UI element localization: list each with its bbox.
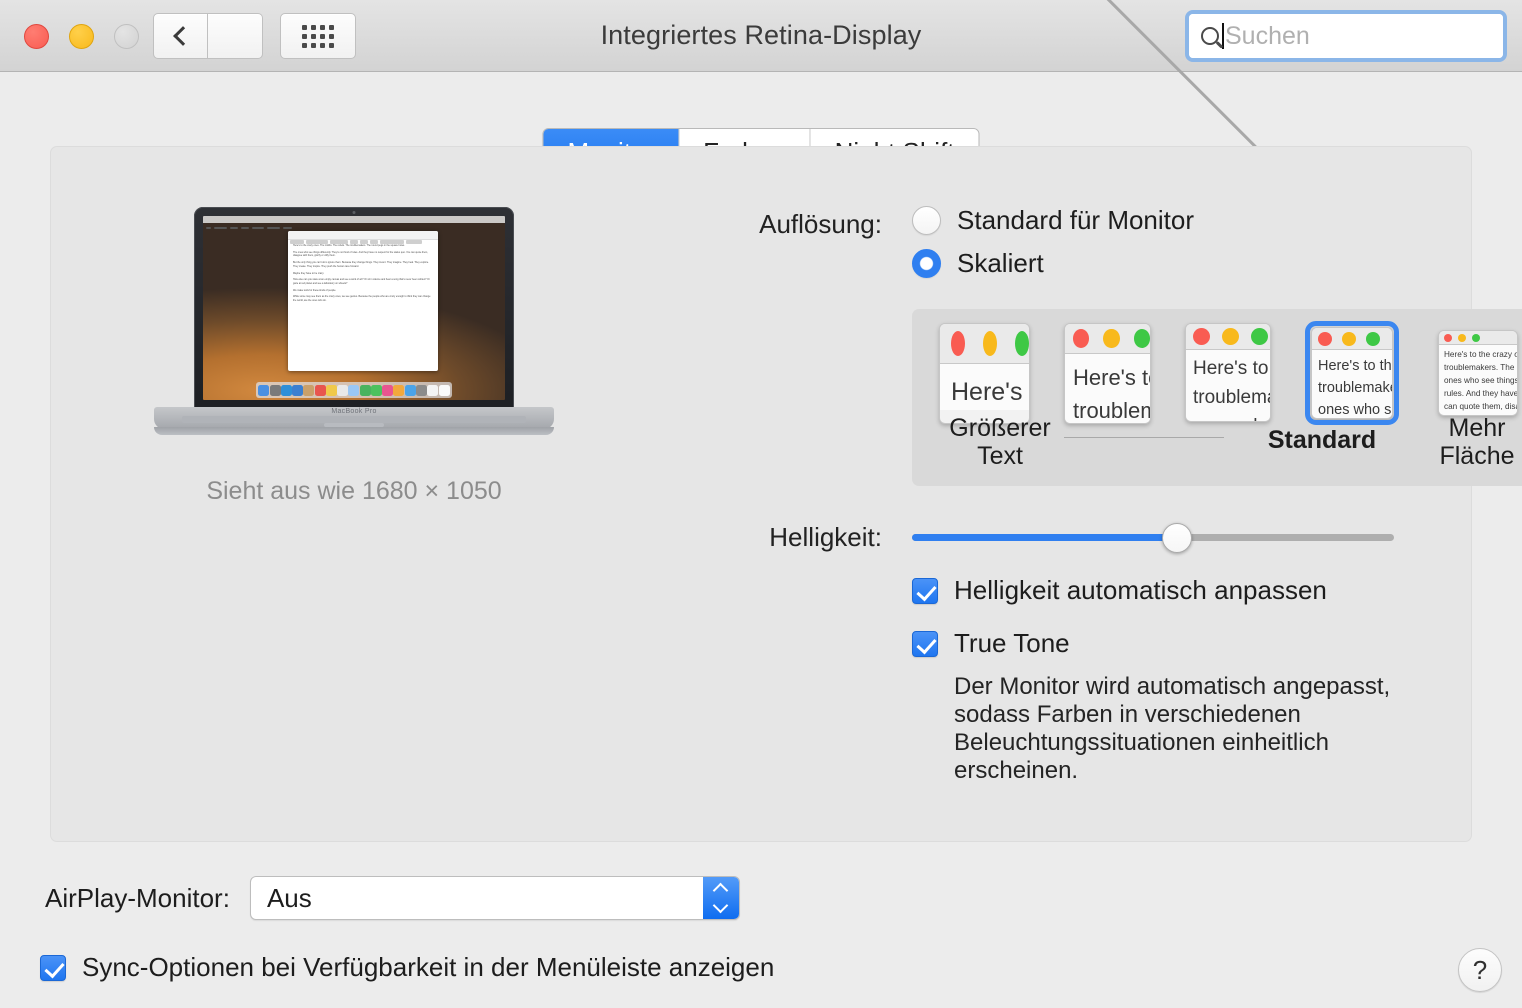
chevron-down-icon [713,898,729,914]
radio-standard[interactable] [912,206,941,235]
scaling-thumbnails: Here's Here's to troublem [912,323,1522,424]
radio-standard-row[interactable]: Standard für Monitor [912,205,1194,236]
scaling-thumb-text: Here's to the crazy one troublemakers. T… [1439,345,1517,416]
text-cursor [1222,23,1224,49]
monitor-panel: Here's to the crazy ones. The misfits. T… [50,146,1472,842]
display-settings: Auflösung: Standard für Monitor Skaliert [727,205,1427,785]
search-icon [1201,27,1219,45]
radio-scaled-row[interactable]: Skaliert [912,248,1194,279]
auto-brightness-row[interactable]: Helligkeit automatisch anpassen [912,575,1427,606]
mini-paragraph: The ones who see things differently. The… [293,251,433,258]
scaling-label-line2: Text [977,442,1023,470]
true-tone-checkbox[interactable] [912,631,938,657]
true-tone-description: Der Monitor wird automatisch angepasst, … [954,673,1427,785]
radio-scaled[interactable] [912,249,941,278]
slider-fill [912,534,1177,541]
airplay-row: AirPlay-Monitor: Aus [45,876,740,920]
search-field[interactable]: Suchen [1185,10,1507,62]
scaling-label-line2: Fläche [1439,442,1514,470]
resolution-section: Auflösung: Standard für Monitor Skaliert [727,205,1427,291]
true-tone-row[interactable]: True Tone [912,628,1427,659]
mini-paragraph: Here's to the crazy ones. The misfits. T… [293,244,433,248]
mini-toolbar [288,231,438,240]
airplay-label: AirPlay-Monitor: [45,883,230,914]
brightness-slider[interactable] [912,524,1394,552]
mini-document-body: Here's to the crazy ones. The misfits. T… [288,240,438,310]
mini-paragraph: While some may see them as the crazy one… [293,295,433,302]
laptop-screen-bezel: Here's to the crazy ones. The misfits. T… [194,207,514,412]
scaling-label-line1: Größerer [949,414,1050,442]
auto-brightness-checkbox[interactable] [912,578,938,604]
resolution-radio-group: Standard für Monitor Skaliert [912,205,1194,291]
scaling-thumb-text: Here's [940,364,1029,410]
scaling-label-line1: Mehr [1449,414,1506,442]
scaling-option-1[interactable]: Here's [939,323,1030,424]
mini-paragraph: We make tools for these kinds of people. [293,289,433,293]
airplay-value: Aus [251,883,312,914]
sync-options-checkbox[interactable] [40,955,66,981]
mini-paragraph: Maybe they have to be crazy. [293,272,433,276]
scaling-thumb-text: Here's to the cr troublemakers. ones who… [1312,350,1392,419]
macbook-illustration: Here's to the crazy ones. The misfits. T… [154,207,554,447]
mini-paragraph: How else can you stare at an empty canva… [293,278,433,285]
scaling-label-more-space: Mehr Fläche [1402,414,1522,470]
mini-paragraph: But the only thing you can't do is ignor… [293,261,433,268]
sync-options-label: Sync-Optionen bei Verfügbarkeit in der M… [82,952,774,983]
scaling-label-standard: Standard [1242,426,1402,454]
keyboard [182,416,526,423]
help-button[interactable]: ? [1458,948,1502,992]
title-bar: Integriertes Retina-Display Suchen [0,0,1522,72]
scaling-labels: Größerer Text Standard Mehr Fläche [912,410,1522,478]
slider-knob[interactable] [1162,523,1192,553]
resolution-caption: Sieht aus wie 1680 × 1050 [129,477,579,506]
scaling-connector-line [1064,437,1224,438]
device-label: MacBook Pro [154,408,554,415]
scaling-option-4[interactable]: Here's to the cr troublemakers. ones who… [1311,327,1393,419]
mini-menubar [203,216,505,223]
auto-brightness-label: Helligkeit automatisch anpassen [954,575,1327,606]
search-placeholder: Suchen [1225,22,1310,51]
laptop-foot [154,427,554,435]
airplay-popup-button[interactable]: Aus [250,876,740,920]
scaling-option-3[interactable]: Here's to t troublema ones who [1185,323,1271,422]
display-preferences-window: Integriertes Retina-Display Suchen Monit… [0,0,1522,1008]
chevron-up-icon [713,883,729,899]
mini-textedit-window: Here's to the crazy ones. The misfits. T… [288,231,438,371]
radio-standard-label: Standard für Monitor [957,205,1194,236]
scaling-label-larger-text: Größerer Text [920,414,1080,470]
scaling-option-5[interactable]: Here's to the crazy one troublemakers. T… [1438,330,1518,416]
resolution-label: Auflösung: [727,205,882,240]
mini-dock [256,382,452,398]
search-field-inner: Suchen [1189,14,1503,58]
airplay-stepper[interactable] [703,877,739,919]
display-preview: Here's to the crazy ones. The misfits. T… [129,207,579,506]
radio-scaled-label: Skaliert [957,248,1044,279]
sync-options-row[interactable]: Sync-Optionen bei Verfügbarkeit in der M… [40,952,774,983]
scaling-picker: Here's Here's to troublem [912,309,1522,486]
brightness-section: Helligkeit: [727,522,1427,553]
scaling-option-2[interactable]: Here's to troublem [1064,323,1151,424]
trackpad [324,423,384,427]
brightness-label: Helligkeit: [727,522,882,553]
laptop-wallpaper: Here's to the crazy ones. The misfits. T… [203,216,505,400]
true-tone-label: True Tone [954,628,1070,659]
